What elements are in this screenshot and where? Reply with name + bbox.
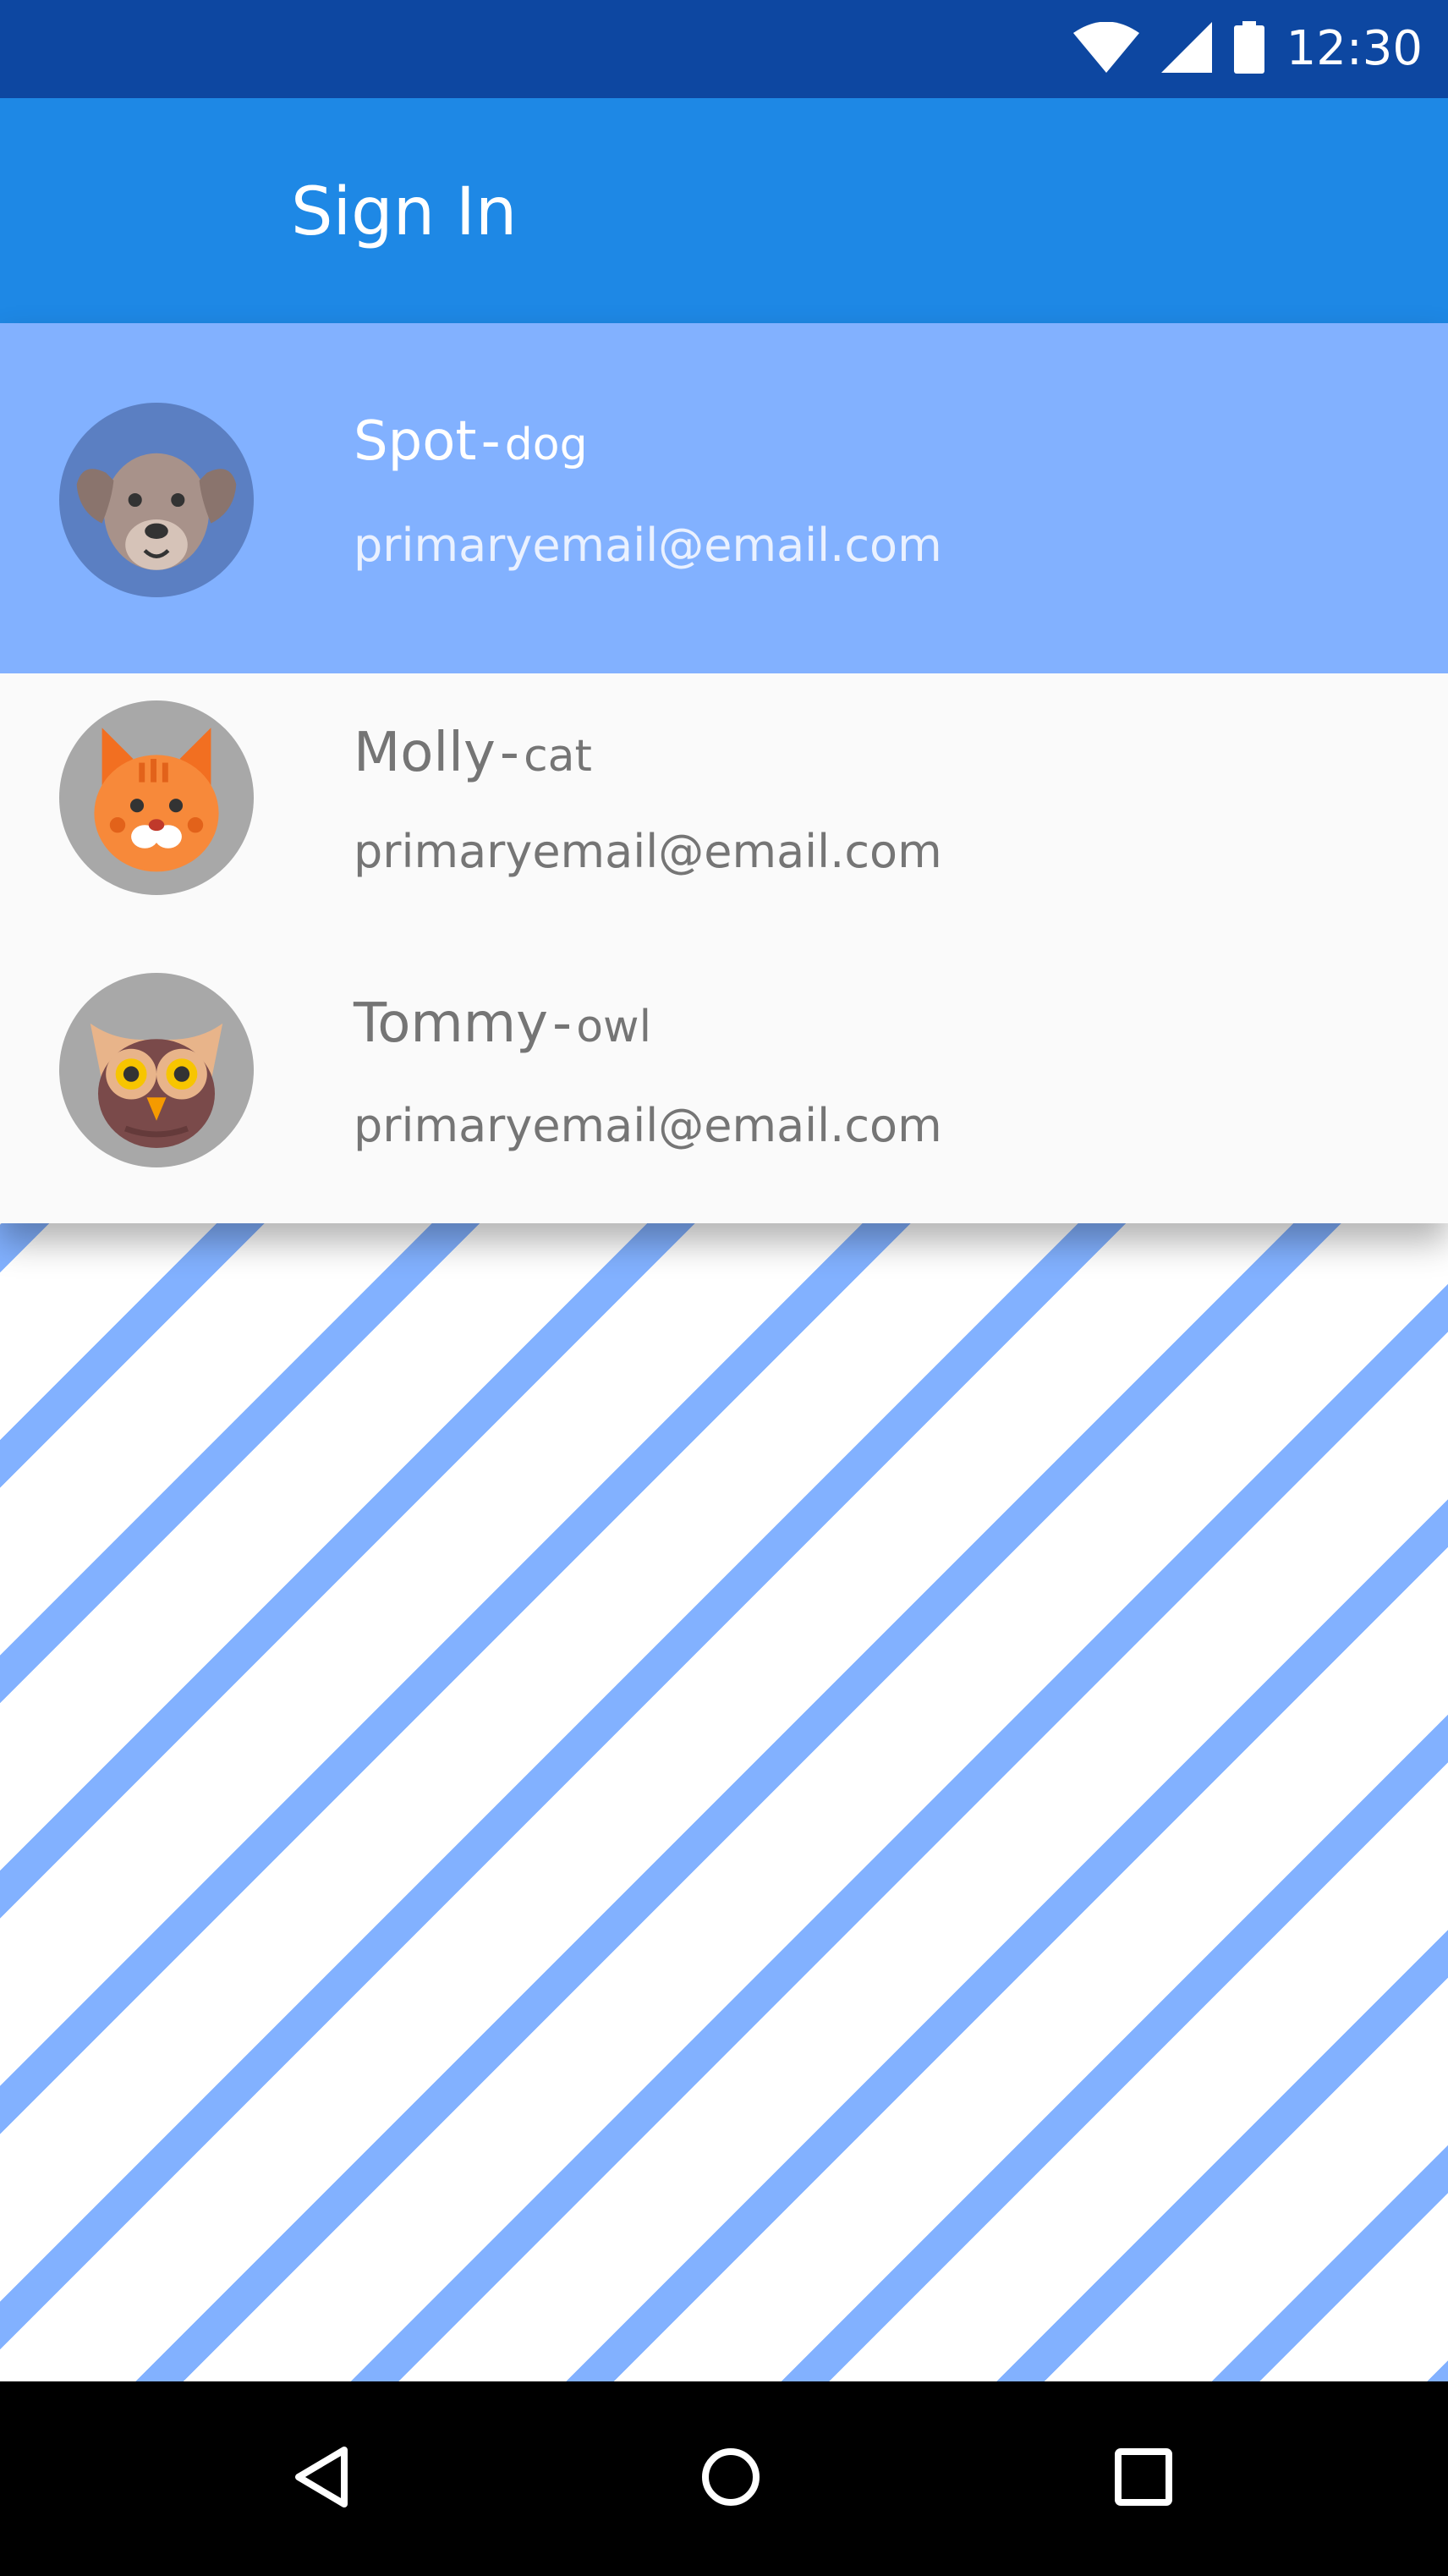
page-title: Sign In <box>291 174 518 250</box>
recents-icon <box>1114 2447 1173 2510</box>
account-email: primaryemail@email.com <box>354 1099 942 1152</box>
status-bar: 12:30 <box>0 0 1448 98</box>
owl-icon <box>59 973 254 1167</box>
wifi-icon <box>1072 21 1139 76</box>
account-species: cat <box>524 731 592 782</box>
account-email: primaryemail@email.com <box>354 519 942 572</box>
dog-icon <box>59 403 254 597</box>
account-name-line: Spot - dog <box>354 408 588 489</box>
app-bar: Sign In <box>0 98 1448 323</box>
name-separator: - <box>552 992 573 1055</box>
account-item-spot[interactable]: Spot - dog primaryemail@email.com <box>0 323 1448 673</box>
home-button[interactable] <box>680 2428 782 2529</box>
recents-button[interactable] <box>1093 2428 1194 2529</box>
account-name: Molly <box>354 722 496 784</box>
back-button[interactable] <box>271 2428 372 2529</box>
back-icon <box>292 2445 351 2513</box>
battery-icon <box>1233 21 1264 77</box>
account-email: primaryemail@email.com <box>354 825 942 878</box>
account-name: Spot <box>354 410 477 473</box>
status-icons: 12:30 <box>1072 21 1423 77</box>
account-item-molly[interactable]: Molly - cat primaryemail@email.com <box>0 673 1448 947</box>
account-name: Tommy <box>354 992 548 1055</box>
sign-in-screen: 12:30 Sign In Spot - dog primaryemail@em… <box>0 0 1448 2576</box>
account-item-tommy[interactable]: Tommy - owl primaryemail@email.com <box>0 947 1448 1223</box>
cat-icon <box>59 700 254 895</box>
account-species: owl <box>576 1002 652 1052</box>
account-list: Spot - dog primaryemail@email.com Molly … <box>0 323 1448 1223</box>
account-name-line: Molly - cat <box>354 719 592 800</box>
account-species: dog <box>504 420 588 470</box>
cell-signal-icon <box>1160 22 1212 76</box>
name-separator: - <box>480 410 501 473</box>
status-time: 12:30 <box>1286 21 1423 76</box>
account-name-line: Tommy - owl <box>354 990 651 1071</box>
name-separator: - <box>499 722 519 784</box>
navigation-bar <box>0 2381 1448 2576</box>
home-icon <box>700 2447 761 2511</box>
